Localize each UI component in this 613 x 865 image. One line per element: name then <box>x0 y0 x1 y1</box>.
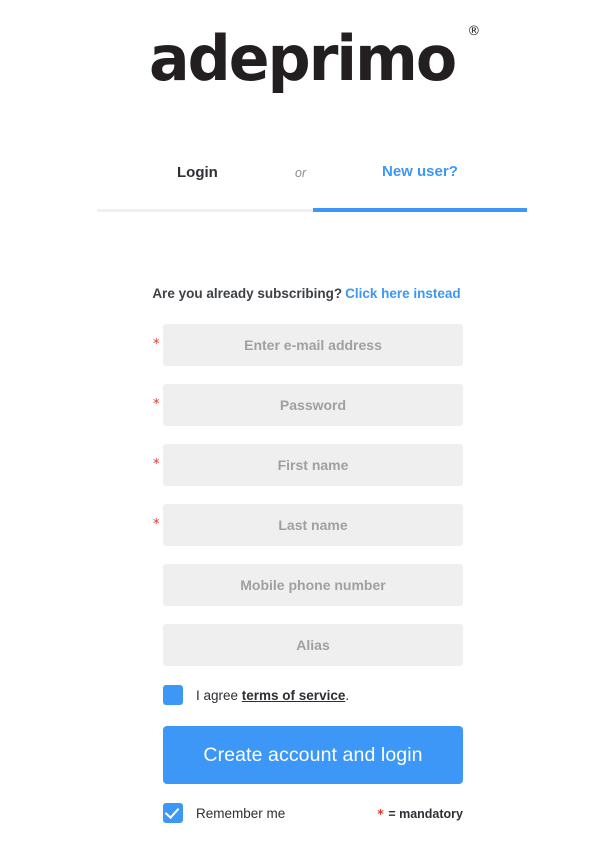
registered-trademark-icon: ® <box>467 24 481 39</box>
email-input[interactable] <box>163 324 463 366</box>
remember-me-checkbox[interactable] <box>163 803 183 823</box>
first-name-input[interactable] <box>163 444 463 486</box>
mandatory-star-icon: * <box>377 806 384 821</box>
existing-subscriber-prompt: Are you already subscribing? Click here i… <box>0 286 613 301</box>
required-marker-password: * <box>153 397 160 412</box>
field-row-last-name: * <box>149 504 469 546</box>
required-marker-email: * <box>153 337 160 352</box>
signup-form: * * * * <box>149 324 469 684</box>
required-marker-last-name: * <box>153 517 160 532</box>
auth-tabs: Login or New user? <box>97 158 527 214</box>
agree-terms-checkbox[interactable] <box>163 685 183 705</box>
tab-login[interactable]: Login <box>177 164 218 181</box>
field-row-mobile <box>149 564 469 606</box>
field-row-alias <box>149 624 469 666</box>
logo-inner: adeprimo ® <box>148 22 481 95</box>
form-footer: Remember me * = mandatory <box>163 803 463 825</box>
agree-terms-label: I agree terms of service. <box>196 688 349 703</box>
field-row-first-name: * <box>149 444 469 486</box>
agree-suffix: . <box>345 687 350 703</box>
mandatory-legend-text: = mandatory <box>388 807 463 821</box>
existing-subscriber-link[interactable]: Click here instead <box>345 286 461 301</box>
tab-underline-inactive <box>97 209 313 212</box>
logo-wordmark: adeprimo <box>148 22 457 95</box>
brand-logo: adeprimo ® <box>0 24 613 104</box>
tab-underline-bar <box>97 208 527 213</box>
mobile-phone-input[interactable] <box>163 564 463 606</box>
auth-tabs-row: Login or New user? <box>97 158 527 188</box>
mandatory-legend: * = mandatory <box>377 806 463 821</box>
remember-me-label: Remember me <box>196 805 286 821</box>
terms-of-service-link[interactable]: terms of service <box>242 688 346 703</box>
existing-subscriber-question: Are you already subscribing? <box>152 286 343 301</box>
checkmark-icon <box>164 803 180 820</box>
tab-separator-or: or <box>295 166 307 180</box>
password-input[interactable] <box>163 384 463 426</box>
last-name-input[interactable] <box>163 504 463 546</box>
tab-underline-active <box>313 208 527 212</box>
required-marker-first-name: * <box>153 457 160 472</box>
alias-input[interactable] <box>163 624 463 666</box>
field-row-email: * <box>149 324 469 366</box>
create-account-button[interactable]: Create account and login <box>163 726 463 784</box>
signup-page: adeprimo ® Login or New user? Are you al… <box>0 0 613 865</box>
tab-new-user[interactable]: New user? <box>382 163 458 180</box>
agree-prefix: I agree <box>196 687 242 703</box>
field-row-password: * <box>149 384 469 426</box>
remember-me-wrap: Remember me <box>163 803 285 823</box>
agree-terms-row: I agree terms of service. <box>163 684 349 706</box>
